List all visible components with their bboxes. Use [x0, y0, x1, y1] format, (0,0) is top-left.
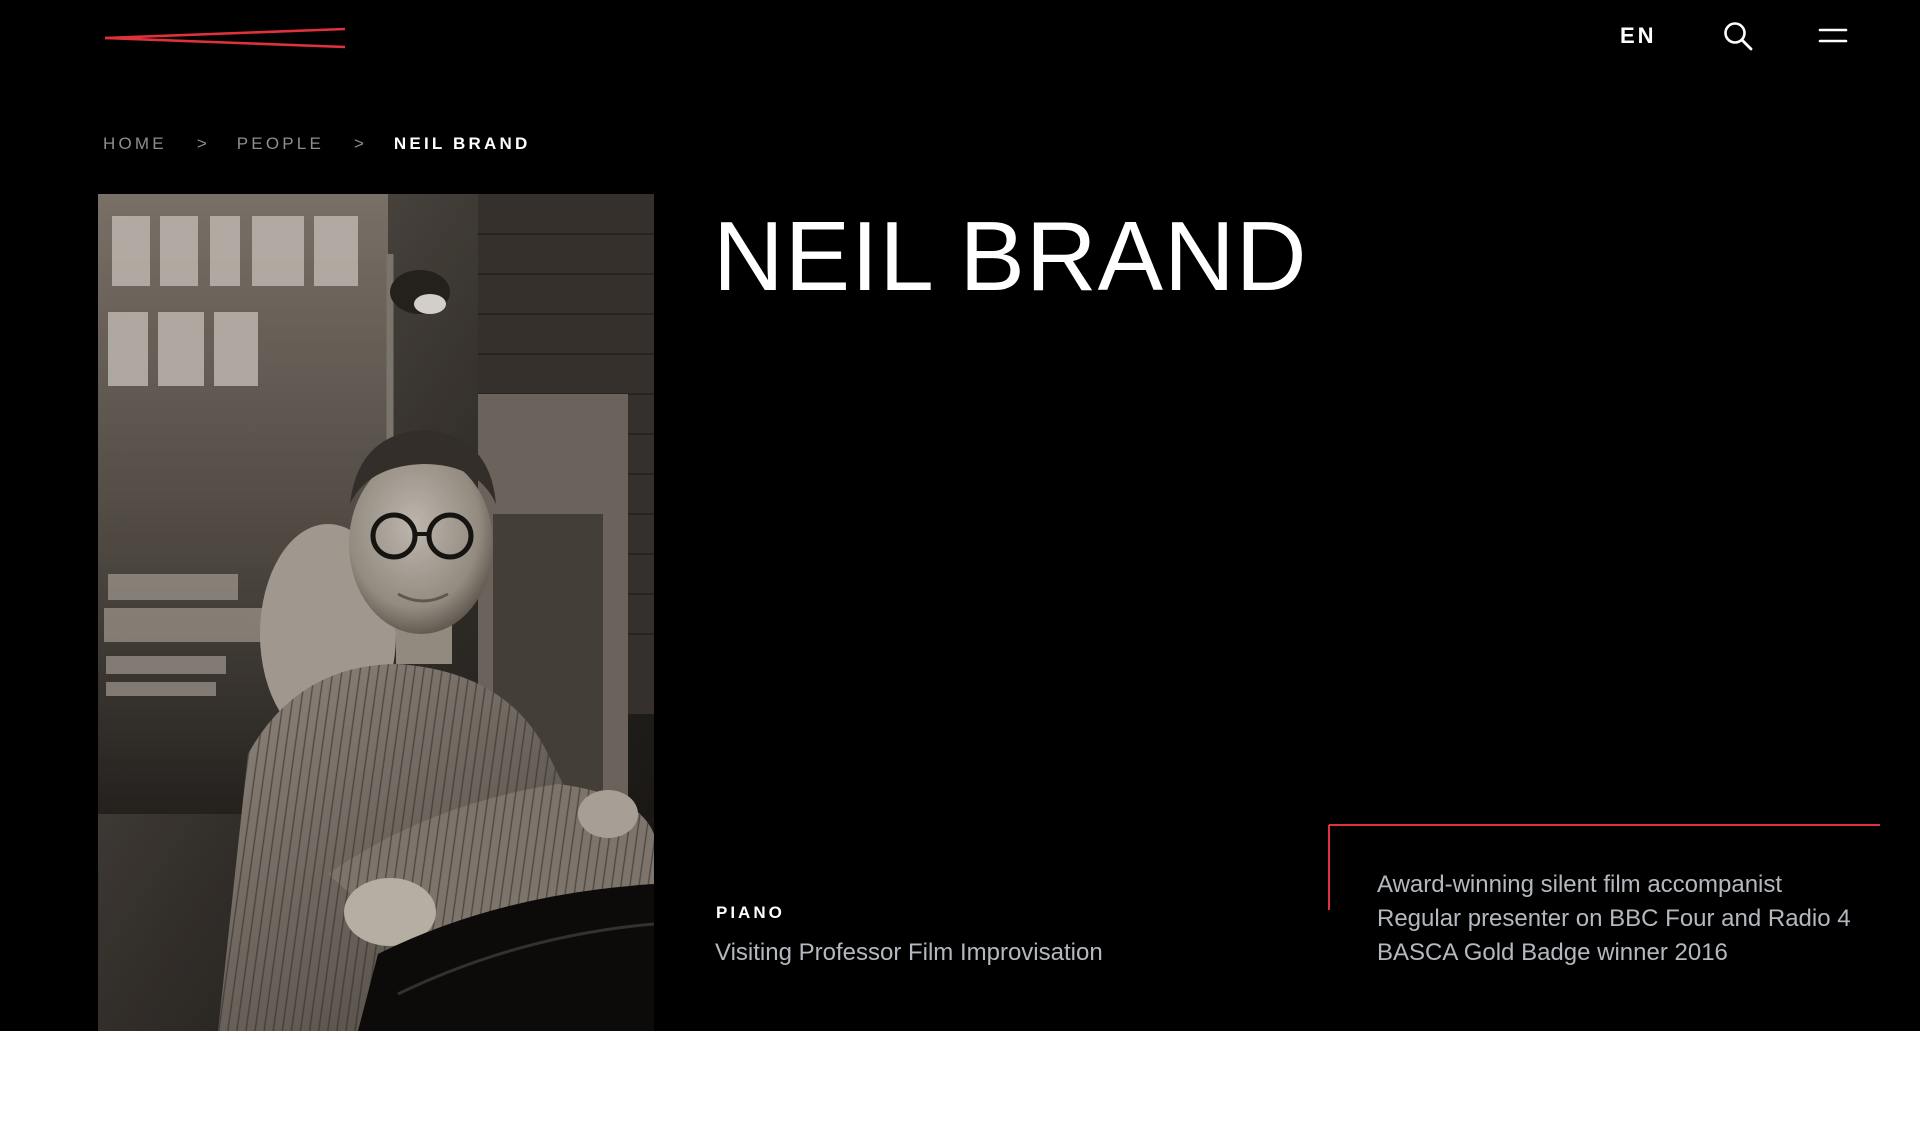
portrait-photo: [98, 194, 654, 1031]
breadcrumb-home[interactable]: HOME: [103, 132, 167, 156]
breadcrumb-people[interactable]: PEOPLE: [237, 132, 324, 156]
role-title: Visiting Professor Film Improvisation: [715, 939, 1103, 966]
breadcrumb: HOME > PEOPLE > NEIL BRAND: [103, 132, 530, 156]
highlights-list: Award-winning silent film accompanist Re…: [1377, 868, 1851, 970]
breadcrumb-separator: >: [196, 134, 207, 153]
list-item: BASCA Gold Badge winner 2016: [1377, 939, 1728, 966]
red-lines-logo-icon[interactable]: [103, 26, 346, 50]
page-title: NEIL BRAND: [713, 201, 1308, 311]
hamburger-menu-icon[interactable]: [1818, 24, 1848, 48]
highlights-box: Award-winning silent film accompanist Re…: [1328, 824, 1880, 1009]
department-label: PIANO: [716, 903, 785, 922]
list-item: Regular presenter on BBC Four and Radio …: [1377, 905, 1851, 932]
breadcrumb-current: NEIL BRAND: [393, 134, 531, 153]
list-item: Award-winning silent film accompanist: [1377, 871, 1783, 898]
search-icon[interactable]: [1722, 20, 1754, 52]
language-selector[interactable]: EN: [1620, 22, 1657, 50]
breadcrumb-separator: >: [353, 134, 364, 153]
